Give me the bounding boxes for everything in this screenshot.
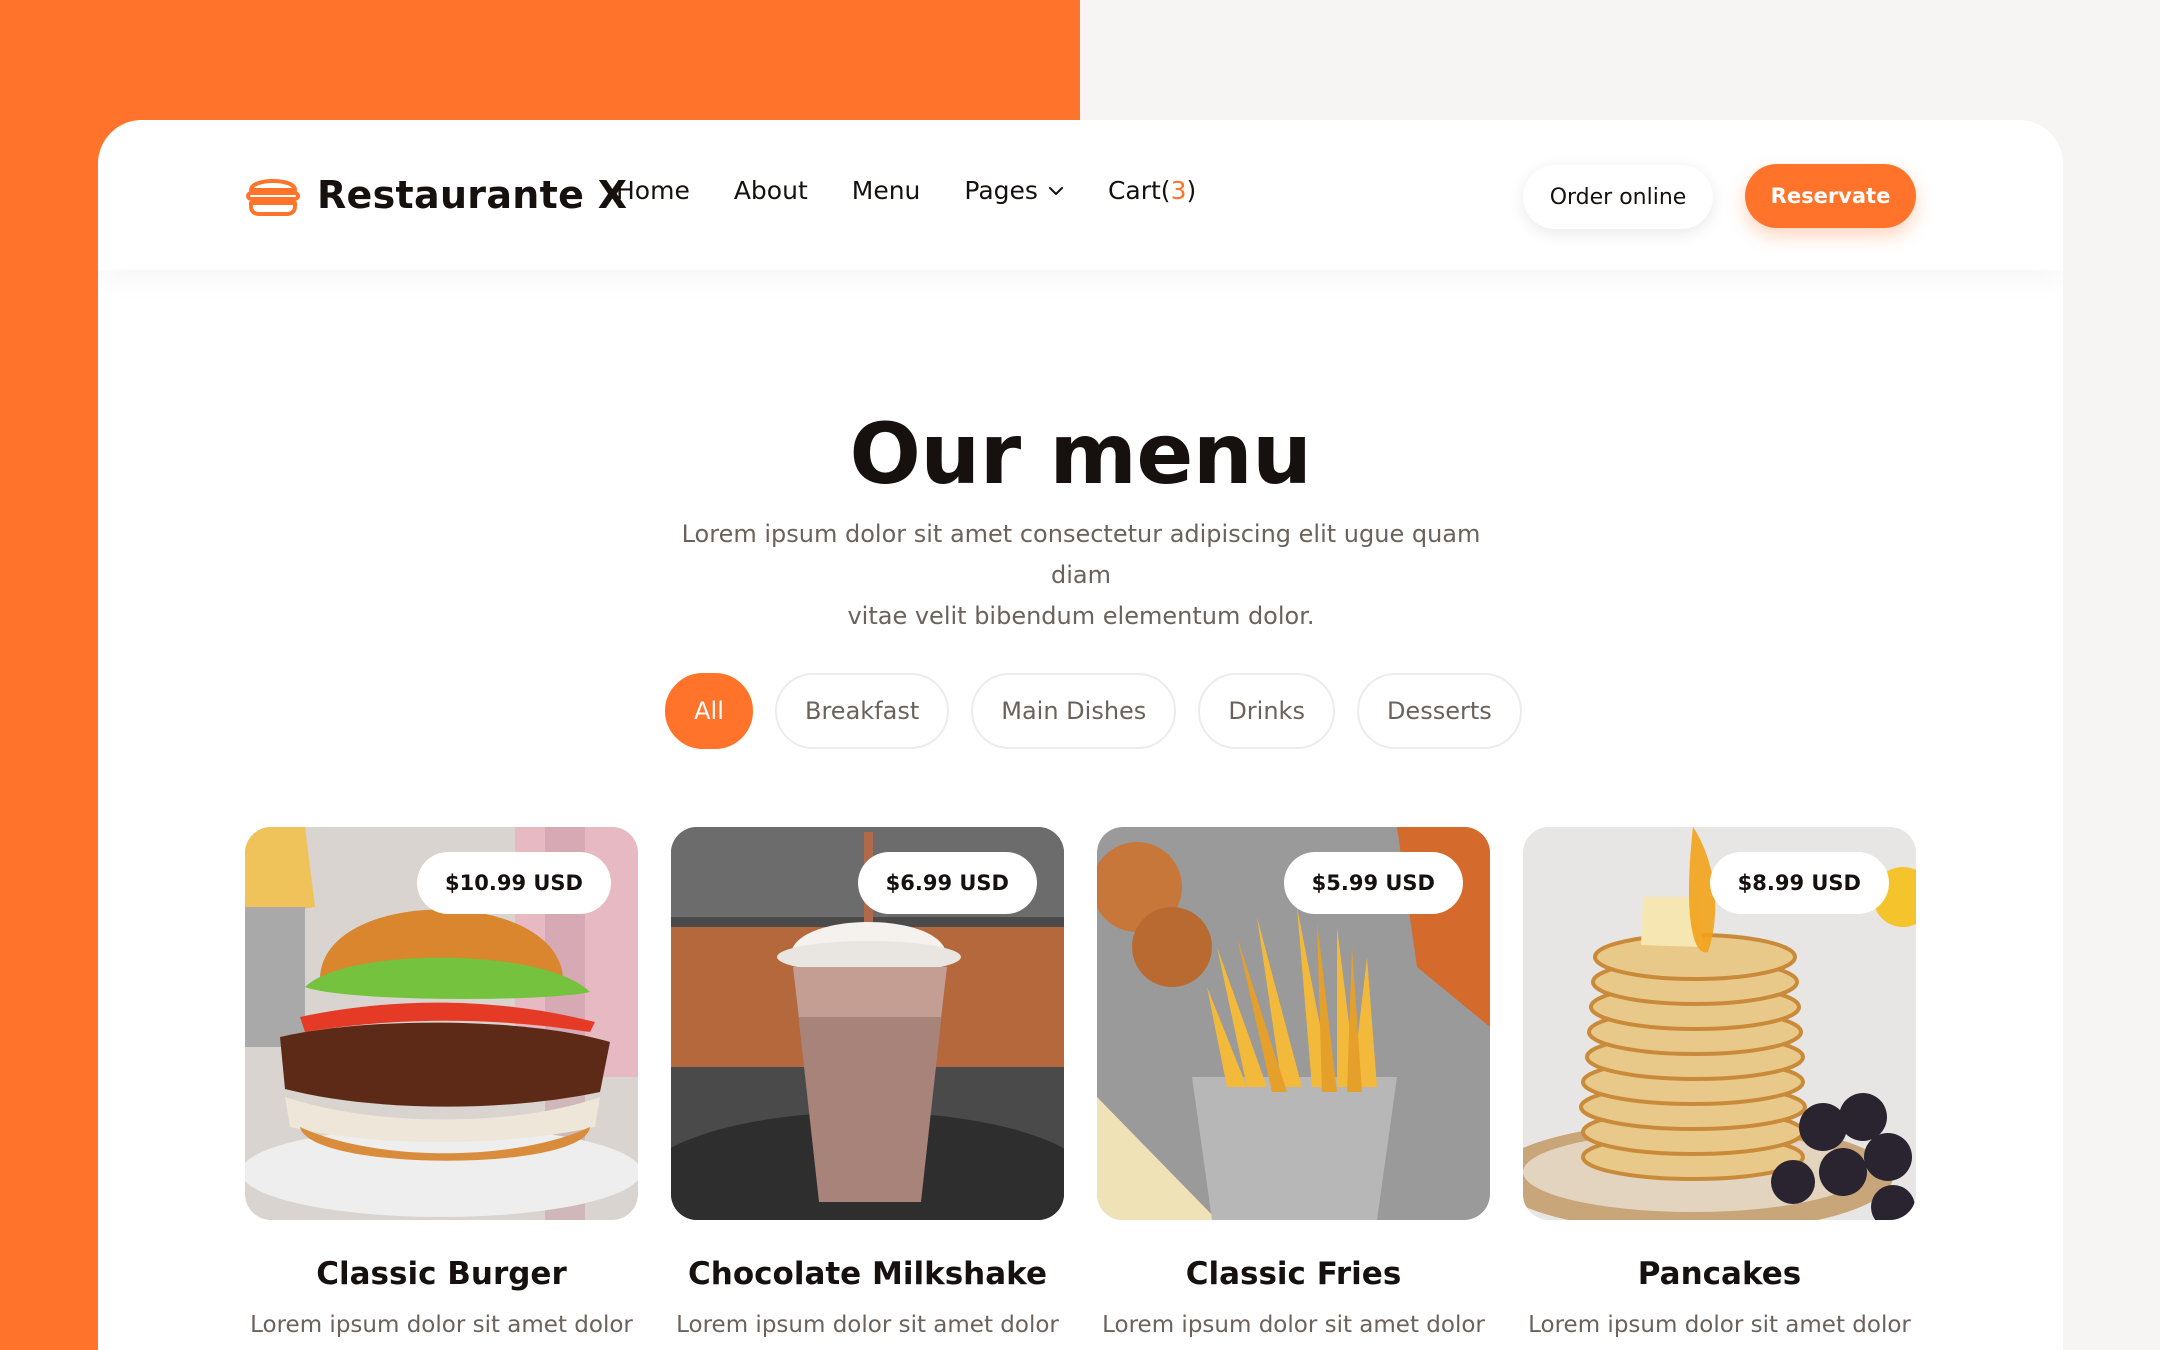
price-badge: $10.99 USD [417, 852, 611, 914]
cart-label-close: ) [1186, 176, 1197, 205]
menu-item-description: Lorem ipsum dolor sit amet dolor [1528, 1312, 1911, 1338]
main-nav: Home About Menu Pages Cart(3) [616, 176, 1240, 205]
menu-card[interactable]: $6.99 USD Chocolate Milkshake Lorem ipsu… [671, 827, 1064, 1338]
nav-pages-label: Pages [964, 176, 1038, 205]
menu-item-title[interactable]: Classic Burger [245, 1256, 638, 1292]
nav-pages-dropdown[interactable]: Pages [964, 176, 1064, 205]
nav-home[interactable]: Home [616, 176, 690, 205]
burger-icon [246, 179, 300, 216]
nav-cart[interactable]: Cart(3) [1108, 176, 1196, 205]
fries-photo[interactable]: $5.99 USD [1097, 827, 1490, 1220]
cart-count-badge: 3 [1170, 176, 1187, 205]
menu-item-title[interactable]: Chocolate Milkshake [671, 1256, 1064, 1292]
menu-item-title[interactable]: Pancakes [1523, 1256, 1916, 1292]
menu-card[interactable]: $8.99 USD Pancakes Lorem ipsum dolor sit… [1523, 827, 1916, 1338]
price-badge: $6.99 USD [857, 852, 1037, 914]
brand-logo[interactable]: Restaurante X [245, 172, 627, 218]
nav-menu[interactable]: Menu [852, 176, 921, 205]
price-badge: $8.99 USD [1709, 852, 1889, 914]
page-subtitle: Lorem ipsum dolor sit amet consectetur a… [650, 514, 1512, 637]
filter-breakfast[interactable]: Breakfast [775, 673, 950, 749]
menu-card[interactable]: $10.99 USD Classic Burger Lorem ipsum do… [245, 827, 638, 1338]
filter-drinks[interactable]: Drinks [1198, 673, 1335, 749]
menu-item-description: Lorem ipsum dolor sit amet dolor [1102, 1312, 1485, 1338]
category-filters: All Breakfast Main Dishes Drinks Dessert… [665, 673, 1544, 749]
subtitle-line-1: Lorem ipsum dolor sit amet consectetur a… [681, 520, 1481, 589]
burger-photo[interactable]: $10.99 USD [245, 827, 638, 1220]
brand-name: Restaurante X [317, 173, 628, 217]
filter-desserts[interactable]: Desserts [1356, 673, 1522, 749]
order-online-button[interactable]: Order online [1523, 165, 1713, 229]
menu-item-description: Lorem ipsum dolor sit amet dolor [676, 1312, 1059, 1338]
reservate-button[interactable]: Reservate [1745, 164, 1916, 228]
pancakes-photo[interactable]: $8.99 USD [1523, 827, 1916, 1220]
menu-item-description: Lorem ipsum dolor sit amet dolor [250, 1312, 633, 1338]
subtitle-line-2: vitae velit bibendum elementum dolor. [847, 602, 1315, 630]
price-badge: $5.99 USD [1283, 852, 1463, 914]
chevron-down-icon [1048, 186, 1063, 195]
site-header: Restaurante X Home About Menu Pages Cart… [98, 120, 2063, 270]
page-title: Our menu [849, 405, 1312, 503]
cart-label: Cart( [1107, 176, 1171, 205]
menu-item-title[interactable]: Classic Fries [1097, 1256, 1490, 1292]
filter-main-dishes[interactable]: Main Dishes [971, 673, 1177, 749]
menu-card[interactable]: $5.99 USD Classic Fries Lorem ipsum dolo… [1097, 827, 1490, 1338]
filter-all[interactable]: All [665, 673, 753, 749]
browser-page: Restaurante X Home About Menu Pages Cart… [98, 120, 2063, 1350]
milkshake-photo[interactable]: $6.99 USD [671, 827, 1064, 1220]
nav-about[interactable]: About [734, 176, 808, 205]
